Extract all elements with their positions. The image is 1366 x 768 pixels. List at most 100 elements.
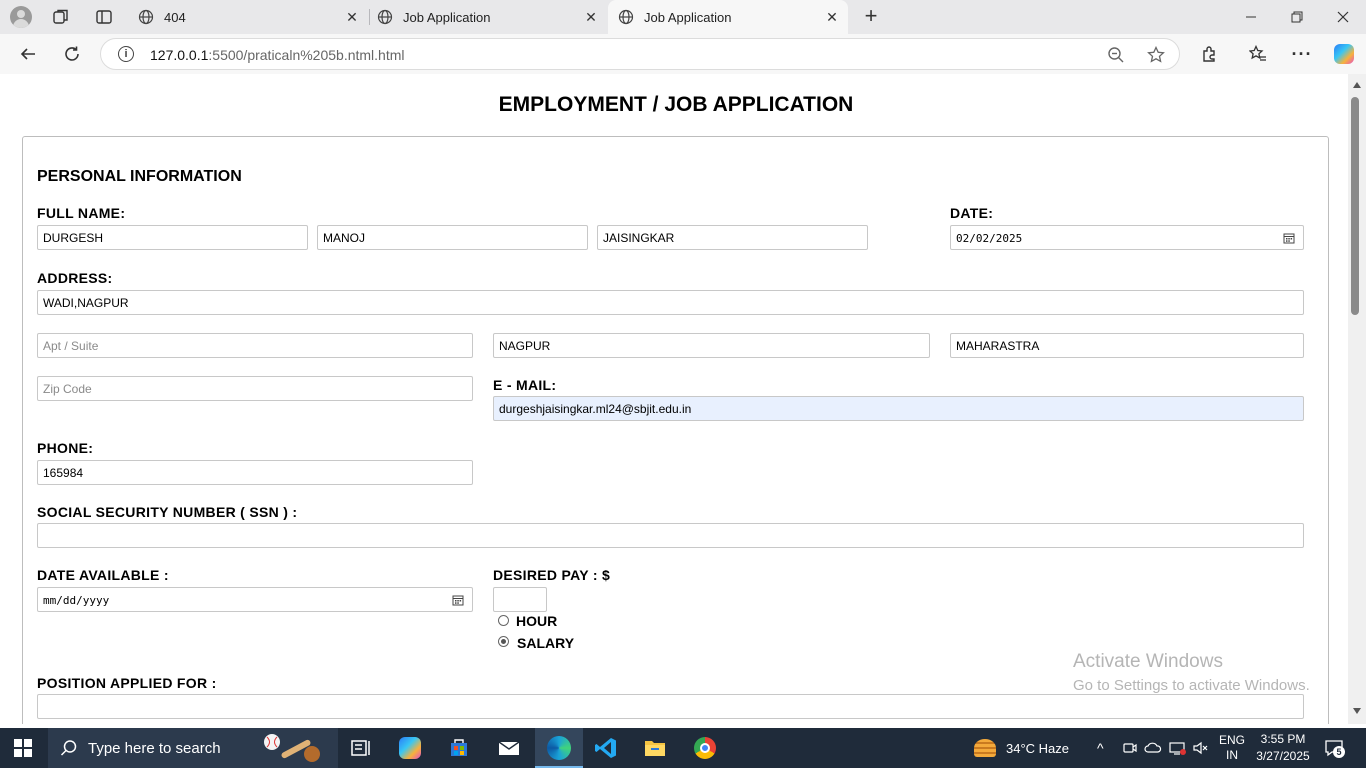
- last-name-input[interactable]: JAISINGKAR: [597, 225, 868, 250]
- globe-icon: [138, 9, 154, 25]
- date-input[interactable]: 02/02/2025: [950, 225, 1304, 250]
- lang-line2: IN: [1226, 748, 1238, 762]
- globe-icon: [618, 9, 634, 25]
- copilot-app-icon[interactable]: [398, 736, 422, 760]
- vscode-icon[interactable]: [594, 736, 618, 760]
- activate-windows-title: Activate Windows: [1073, 651, 1223, 672]
- favorites-icon[interactable]: [1242, 38, 1274, 70]
- clock-date: 3/27/2025: [1256, 749, 1310, 763]
- more-menu-icon[interactable]: ···: [1286, 38, 1318, 70]
- taskbar-search-box[interactable]: Type here to search: [48, 728, 338, 768]
- hour-radio[interactable]: [498, 615, 509, 626]
- task-view-icon[interactable]: [349, 736, 373, 760]
- url-host: 127.0.0.1: [150, 47, 209, 63]
- restore-button[interactable]: [1274, 0, 1320, 34]
- back-button[interactable]: [12, 38, 44, 70]
- notification-count: 5: [1333, 746, 1345, 758]
- profile-icon[interactable]: [10, 6, 32, 28]
- date-label: DATE:: [950, 205, 994, 221]
- address-bar[interactable]: i 127.0.0.1:5500/praticaln%205b.ntml.htm…: [100, 38, 1180, 70]
- state-input[interactable]: MAHARASTRA: [950, 333, 1304, 358]
- middle-name-input[interactable]: MANOJ: [317, 225, 588, 250]
- windows-start-icon[interactable]: [14, 739, 32, 757]
- notifications-icon[interactable]: 5: [1324, 739, 1345, 758]
- workspaces-icon[interactable]: [52, 8, 70, 26]
- weather-text: 34°C Haze: [1006, 740, 1070, 756]
- email-label: E - MAIL:: [493, 377, 557, 393]
- file-explorer-icon[interactable]: [643, 736, 667, 760]
- calendar-icon[interactable]: [1283, 232, 1295, 244]
- chrome-icon[interactable]: [693, 736, 717, 760]
- tab-title: Job Application: [403, 9, 491, 25]
- mail-icon[interactable]: [497, 736, 521, 760]
- desired-pay-label: DESIRED PAY : $: [493, 567, 611, 583]
- url-text[interactable]: 127.0.0.1:5500/praticaln%205b.ntml.html: [150, 47, 405, 63]
- volume-muted-icon[interactable]: [1192, 728, 1210, 768]
- lang-line1: ENG: [1218, 733, 1245, 747]
- windows-taskbar: Type here to search 34°C Haze ^ ENG IN 3…: [0, 728, 1366, 768]
- calendar-icon[interactable]: [452, 594, 464, 606]
- copilot-icon[interactable]: [1328, 38, 1360, 70]
- page-title: EMPLOYMENT / JOB APPLICATION: [498, 93, 854, 116]
- globe-icon: [377, 9, 393, 25]
- clock-time: 3:55 PM: [1260, 732, 1306, 746]
- baseball-illustration-icon: [262, 732, 322, 764]
- close-icon[interactable]: ✕: [583, 9, 599, 25]
- desired-pay-input[interactable]: [493, 587, 547, 612]
- full-name-label: FULL NAME:: [37, 205, 126, 221]
- city-input[interactable]: NAGPUR: [493, 333, 930, 358]
- hour-radio-label: HOUR: [516, 613, 558, 629]
- ssn-input[interactable]: [37, 523, 1304, 548]
- position-label: POSITION APPLIED FOR :: [37, 675, 217, 691]
- show-hidden-icons-chevron-icon[interactable]: ^: [1097, 728, 1104, 768]
- scroll-up-arrow-icon[interactable]: [1353, 82, 1361, 88]
- close-icon[interactable]: ✕: [824, 9, 840, 25]
- clock[interactable]: 3:55 PM 3/27/2025: [1252, 731, 1314, 765]
- language-indicator[interactable]: ENG IN: [1217, 733, 1247, 763]
- scrollbar-thumb[interactable]: [1351, 97, 1359, 315]
- weather-widget[interactable]: 34°C Haze: [974, 728, 1069, 768]
- phone-input[interactable]: 165984: [37, 460, 473, 485]
- tab-404[interactable]: 404 ✕: [128, 0, 368, 34]
- apt-suite-input[interactable]: Apt / Suite: [37, 333, 473, 358]
- search-placeholder: Type here to search: [88, 739, 221, 757]
- scroll-down-arrow-icon[interactable]: [1353, 708, 1361, 714]
- tab-actions-icon[interactable]: [95, 8, 113, 26]
- date-available-label: DATE AVAILABLE :: [37, 567, 169, 583]
- edge-taskbar-item[interactable]: [535, 728, 583, 768]
- browser-toolbar: i 127.0.0.1:5500/praticaln%205b.ntml.htm…: [0, 34, 1366, 74]
- haze-weather-icon: [974, 739, 996, 757]
- browser-tab-strip: 404 ✕ Job Application ✕ Job Application …: [0, 0, 1366, 34]
- info-icon[interactable]: i: [118, 46, 134, 62]
- close-window-button[interactable]: [1320, 0, 1366, 34]
- extensions-icon[interactable]: [1193, 38, 1225, 70]
- salary-radio[interactable]: [498, 636, 509, 647]
- minimize-button[interactable]: [1228, 0, 1274, 34]
- new-tab-button[interactable]: +: [860, 5, 882, 27]
- onedrive-icon[interactable]: [1144, 728, 1162, 768]
- position-input[interactable]: [37, 694, 1304, 719]
- first-name-input[interactable]: DURGESH: [37, 225, 308, 250]
- date-available-placeholder: mm/dd/yyyy: [43, 594, 110, 607]
- zip-code-input[interactable]: Zip Code: [37, 376, 473, 401]
- address-label: ADDRESS:: [37, 270, 113, 286]
- refresh-button[interactable]: [56, 38, 88, 70]
- phone-label: PHONE:: [37, 440, 94, 456]
- address-input[interactable]: WADI,NAGPUR: [37, 290, 1304, 315]
- edge-icon: [547, 736, 571, 760]
- url-path: :5500/praticaln%205b.ntml.html: [208, 47, 405, 63]
- tab-job-application-active[interactable]: Job Application ✕: [608, 0, 848, 34]
- tab-job-application[interactable]: Job Application ✕: [367, 0, 607, 34]
- email-input[interactable]: durgeshjaisingkar.ml24@sbjit.edu.in: [493, 396, 1304, 421]
- close-icon[interactable]: ✕: [344, 9, 360, 25]
- search-icon: [60, 740, 77, 756]
- date-available-input[interactable]: mm/dd/yyyy: [37, 587, 473, 612]
- network-icon[interactable]: [1168, 728, 1186, 768]
- favorite-star-icon[interactable]: [1147, 45, 1165, 69]
- microsoft-store-icon[interactable]: [447, 736, 471, 760]
- date-value: 02/02/2025: [956, 232, 1023, 245]
- meet-now-icon[interactable]: [1122, 728, 1138, 768]
- activate-windows-subtitle: Go to Settings to activate Windows.: [1073, 677, 1310, 694]
- zoom-icon[interactable]: [1107, 46, 1125, 69]
- ssn-label: SOCIAL SECURITY NUMBER ( SSN ) :: [37, 504, 298, 520]
